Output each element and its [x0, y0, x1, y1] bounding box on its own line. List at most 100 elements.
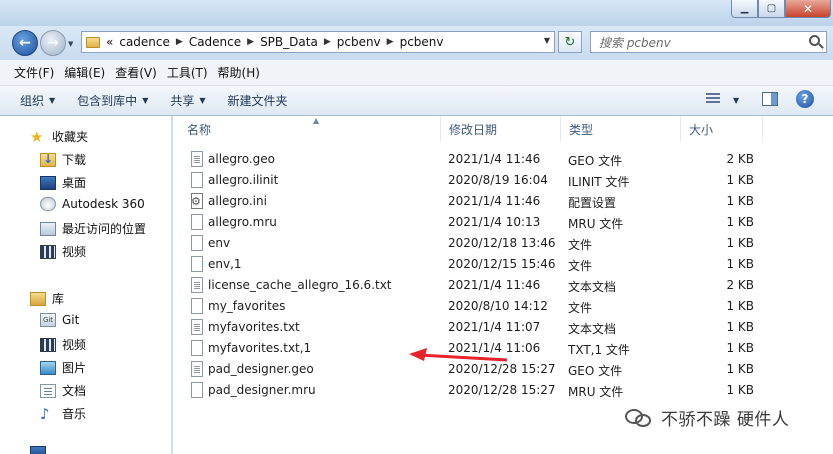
menu-tools[interactable]: 工具(T): [167, 64, 208, 81]
file-date: 2020/12/15 15:46: [448, 257, 556, 271]
file-type: GEO 文件: [568, 154, 623, 168]
nav-git[interactable]: Git Git: [40, 313, 79, 327]
maximize-button[interactable]: ▢: [758, 0, 785, 18]
file-row[interactable]: myfavorites.txt 2021/1/4 11:07 文本文档 1 KB: [173, 317, 833, 338]
column-header-name[interactable]: 名称 ▲: [179, 116, 441, 142]
search-placeholder: 搜索 pcbenv: [599, 35, 671, 50]
breadcrumb-cadence-2[interactable]: Cadence: [189, 35, 241, 49]
nav-recent-places[interactable]: 最近访问的位置: [40, 220, 146, 237]
address-dropdown-icon[interactable]: ▼: [544, 36, 550, 45]
file-row[interactable]: allegro.mru 2021/1/4 10:13 MRU 文件 1 KB: [173, 212, 833, 233]
chevron-down-icon[interactable]: ▼: [733, 96, 739, 105]
minimize-button[interactable]: ▁: [731, 0, 758, 18]
red-arrow-annotation: [409, 348, 508, 362]
nav-pictures[interactable]: 图片: [40, 359, 86, 376]
history-dropdown-icon[interactable]: ▼: [68, 40, 73, 48]
search-icon[interactable]: [809, 35, 820, 46]
column-header-size[interactable]: 大小: [681, 116, 763, 142]
file-type: GEO 文件: [568, 364, 623, 378]
file-type: MRU 文件: [568, 385, 624, 399]
nav-desktop[interactable]: 桌面: [40, 174, 86, 191]
search-input[interactable]: 搜索 pcbenv: [590, 31, 827, 53]
nav-computer-partial[interactable]: [30, 446, 52, 454]
file-icon: [191, 151, 203, 167]
refresh-button[interactable]: ↻: [558, 31, 582, 53]
breadcrumb-cadence[interactable]: cadence: [119, 35, 170, 49]
nav-documents-label: 文档: [62, 384, 87, 398]
column-header-date[interactable]: 修改日期: [441, 116, 561, 142]
file-name[interactable]: env,1: [208, 257, 242, 271]
file-row[interactable]: allegro.geo 2021/1/4 11:46 GEO 文件 2 KB: [173, 149, 833, 170]
help-icon[interactable]: ?: [796, 90, 814, 108]
nav-documents[interactable]: 文档: [40, 382, 86, 399]
nav-favorites-label: 收藏夹: [52, 130, 89, 144]
menu-file[interactable]: 文件(F): [14, 64, 54, 81]
file-size: 1 KB: [726, 194, 754, 208]
chevron-right-icon[interactable]: ▶: [324, 37, 331, 47]
music-icon: ♪: [40, 404, 50, 423]
chevron-down-icon: ▼: [199, 96, 206, 105]
breadcrumb-spb-data[interactable]: SPB_Data: [260, 35, 318, 49]
file-name[interactable]: myfavorites.txt,1: [208, 341, 311, 355]
new-folder-button[interactable]: 新建文件夹: [228, 92, 288, 109]
nav-favorites[interactable]: ★ 收藏夹: [30, 128, 88, 145]
file-row[interactable]: allegro.ilinit 2020/8/19 16:04 ILINIT 文件 1 …: [173, 170, 833, 191]
share-button[interactable]: 共享 ▼: [170, 92, 205, 109]
file-name[interactable]: allegro.mru: [208, 215, 277, 229]
forward-button[interactable]: →: [40, 30, 66, 56]
file-icon: [191, 319, 203, 335]
file-date: 2020/12/28 15:27: [448, 383, 556, 397]
file-row[interactable]: allegro.ini 2021/1/4 11:46 配置设置 1 KB: [173, 191, 833, 212]
breadcrumb-pcbenv[interactable]: pcbenv: [337, 35, 381, 49]
close-button[interactable]: ✕: [785, 0, 831, 18]
file-size: 1 KB: [726, 257, 754, 271]
file-type: 文本文档: [568, 280, 617, 294]
chevron-down-icon: ▼: [49, 96, 56, 105]
file-name[interactable]: my_favorites: [208, 299, 285, 313]
file-row[interactable]: env 2020/12/18 13:46 文件 1 KB: [173, 233, 833, 254]
menu-edit[interactable]: 编辑(E): [64, 64, 105, 81]
column-size-label: 大小: [689, 122, 714, 137]
file-date: 2020/8/19 16:04: [448, 173, 548, 187]
organize-button[interactable]: 组织 ▼: [20, 92, 55, 109]
file-date: 2021/1/4 11:46: [448, 194, 541, 208]
file-name[interactable]: myfavorites.txt: [208, 320, 300, 334]
file-name[interactable]: pad_designer.geo: [208, 362, 314, 376]
chevron-right-icon[interactable]: ▶: [387, 37, 394, 47]
file-row[interactable]: license_cache_allegro_16.6.txt 2021/1/4 1…: [173, 275, 833, 296]
preview-pane-icon[interactable]: [762, 92, 778, 106]
file-name[interactable]: allegro.geo: [208, 152, 275, 166]
menu-help[interactable]: 帮助(H): [218, 64, 260, 81]
nav-downloads[interactable]: 下载: [40, 151, 86, 168]
file-row[interactable]: env,1 2020/12/15 15:46 文件 1 KB: [173, 254, 833, 275]
nav-videos-favorite[interactable]: 视频: [40, 243, 86, 260]
file-date: 2021/1/4 11:07: [448, 320, 541, 334]
documents-icon: [40, 383, 56, 398]
address-bar[interactable]: « cadence ▶ Cadence ▶ SPB_Data ▶ pcbenv …: [81, 31, 555, 53]
file-row[interactable]: my_favorites 2020/8/10 14:12 文件 1 KB: [173, 296, 833, 317]
file-name[interactable]: env: [208, 236, 230, 250]
sort-ascending-icon: ▲: [313, 116, 320, 125]
chevron-right-icon[interactable]: ▶: [176, 37, 183, 47]
nav-videos[interactable]: 视频: [40, 336, 86, 353]
back-button[interactable]: ←: [12, 30, 38, 56]
file-name[interactable]: license_cache_allegro_16.6.txt: [208, 278, 392, 292]
file-type: 文本文档: [568, 322, 617, 336]
chevron-right-icon[interactable]: ▶: [247, 37, 254, 47]
file-name[interactable]: allegro.ini: [208, 194, 267, 208]
nav-libraries[interactable]: 库: [30, 290, 64, 307]
breadcrumb-overflow[interactable]: «: [106, 35, 113, 49]
file-name[interactable]: pad_designer.mru: [208, 383, 316, 397]
menu-view[interactable]: 查看(V): [115, 64, 157, 81]
nav-autodesk-360[interactable]: Autodesk 360: [40, 197, 145, 211]
nav-music[interactable]: ♪ 音乐: [40, 405, 86, 422]
breadcrumb-pcbenv-2[interactable]: pcbenv: [400, 35, 444, 49]
file-name[interactable]: allegro.ilinit: [208, 173, 278, 187]
file-row[interactable]: pad_designer.mru 2020/12/28 15:27 MRU 文件 1 …: [173, 380, 833, 401]
view-options-icon[interactable]: [706, 93, 720, 105]
file-size: 2 KB: [726, 278, 754, 292]
column-header-type[interactable]: 类型: [561, 116, 681, 142]
file-icon: [191, 298, 203, 314]
include-in-library-button[interactable]: 包含到库中 ▼: [77, 92, 148, 109]
file-size: 1 KB: [726, 173, 754, 187]
